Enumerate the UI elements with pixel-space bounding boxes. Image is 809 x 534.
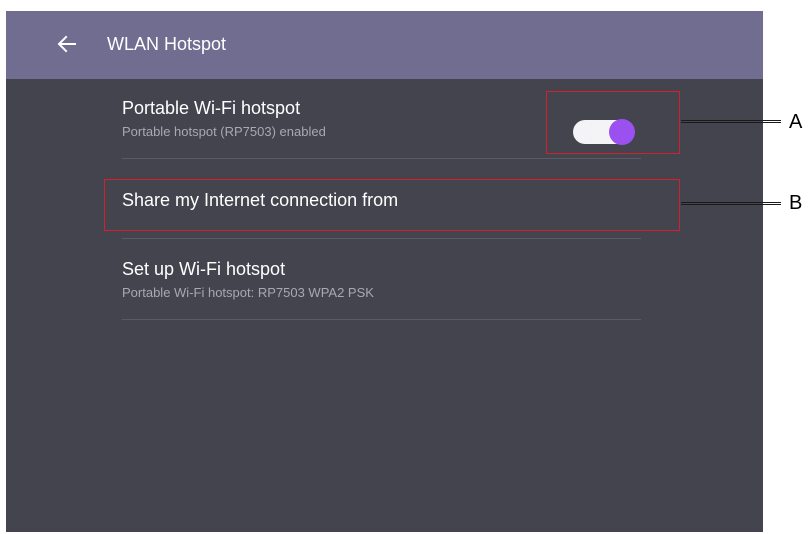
setting-title: Set up Wi-Fi hotspot [122, 259, 286, 279]
setting-subtitle: Portable Wi-Fi hotspot: RP7503 WPA2 PSK [122, 285, 374, 300]
setting-setup-hotspot[interactable]: Set up Wi-Fi hotspot Portable Wi-Fi hots… [122, 258, 642, 301]
divider [122, 319, 641, 320]
callout-label-b: B [789, 192, 803, 214]
page-title: WLAN Hotspot [107, 34, 227, 54]
app-bar: WLAN Hotspot [6, 11, 763, 79]
figure: WLAN Hotspot Portable Wi-Fi hotspot Port… [0, 0, 809, 534]
callout-label-a: A [789, 111, 803, 133]
callout-box-b [104, 179, 680, 231]
callout-leader-a [681, 120, 781, 123]
callout-box-a [546, 91, 680, 154]
divider [122, 158, 641, 159]
device-screen: WLAN Hotspot Portable Wi-Fi hotspot Port… [6, 11, 763, 532]
arrow-left-icon[interactable] [56, 33, 78, 55]
divider [122, 238, 641, 239]
callout-leader-b [681, 202, 781, 205]
